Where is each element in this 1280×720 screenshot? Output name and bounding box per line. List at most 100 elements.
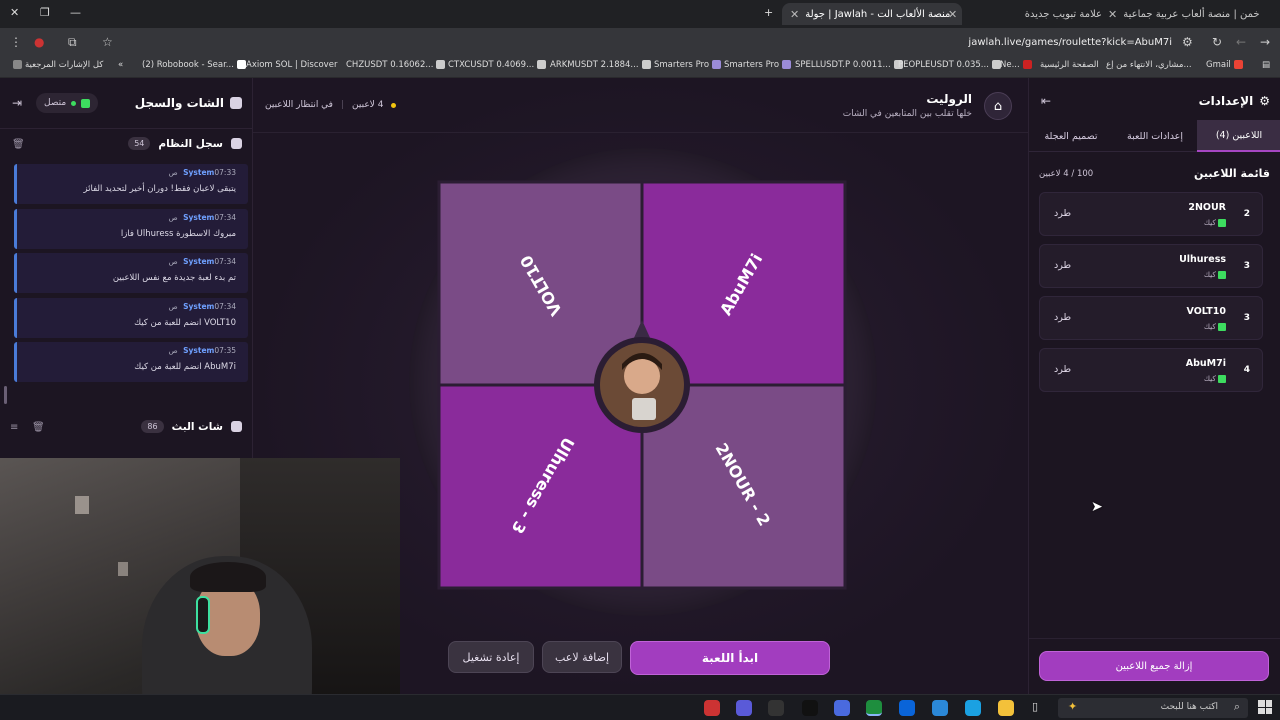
add-player-button[interactable]: إضافة لاعب — [542, 641, 622, 673]
bookmark-item[interactable]: ARKMUSDT 2.1884... — [550, 60, 654, 70]
kick-player-button[interactable]: طرد — [1054, 312, 1071, 323]
player-row: 3 VOLT10 كيك طرد — [1039, 296, 1263, 340]
windows-start-icon[interactable] — [1258, 700, 1272, 714]
kick-player-button[interactable]: طرد — [1054, 364, 1071, 375]
extensions-icon[interactable]: ⧉ — [68, 35, 77, 50]
webcam-wall-socket — [75, 496, 89, 514]
store-icon[interactable] — [932, 700, 948, 716]
bookmark-item[interactable]: Ne... — [1000, 60, 1035, 70]
tab-wheel-design[interactable]: تصميم العجلة — [1029, 120, 1113, 152]
site-settings-icon[interactable]: ⚙ — [1182, 35, 1193, 49]
restore-window-icon[interactable]: ❐ — [40, 6, 50, 19]
chrome-icon[interactable] — [866, 700, 882, 716]
player-row: 2 2NOUR كيك طرد — [1039, 192, 1263, 236]
roulette-wheel[interactable]: AbuM7i2NOUR - 2Ulhuress - 3VOLT10 — [437, 180, 847, 590]
settings-title: الإعدادات — [1198, 94, 1254, 108]
menu-icon[interactable]: ⋮ — [10, 35, 22, 49]
extension-icon[interactable]: ● — [34, 35, 44, 49]
bookmark-label: ARKMUSDT 2.1884... — [550, 60, 639, 70]
bookmark-label: CHZUSDT 0.16062... — [346, 60, 434, 70]
bookmark-star-icon[interactable]: ☆ — [102, 35, 113, 49]
start-game-button[interactable]: ابدأ اللعبة — [630, 641, 830, 675]
kick-player-button[interactable]: طرد — [1054, 260, 1071, 271]
forward-icon[interactable]: ← — [1236, 35, 1246, 49]
tiktok-icon[interactable] — [802, 700, 818, 716]
app-icon[interactable] — [704, 700, 720, 716]
chat-icon — [230, 97, 242, 109]
edge-icon[interactable] — [965, 700, 981, 716]
collapse-panel-icon[interactable]: ⇥ — [12, 96, 22, 110]
app-icon[interactable] — [834, 700, 850, 716]
tab-players[interactable]: اللاعبين (4) — [1197, 120, 1280, 152]
reload-icon[interactable]: ↻ — [1212, 35, 1222, 49]
tab-jawlah[interactable]: ✕ جولة | Jawlah - منصة الألعاب الت — [782, 3, 962, 25]
tab-new[interactable]: ✕ علامة تبويب جديدة — [940, 3, 1110, 25]
search-placeholder: اكتب هنا للبحث — [1160, 702, 1218, 712]
game-title: الروليت — [926, 92, 972, 106]
kick-icon — [1218, 219, 1226, 227]
log-text: VOLT10 انضم للعبة من كيك — [134, 317, 236, 328]
bookmark-all[interactable]: كل الإشارات المرجعية — [10, 60, 103, 70]
settings-panel: ⇤ الإعدادات ⚙ اللاعبين (4) إعدادات اللعب… — [1028, 78, 1280, 694]
close-tab-icon[interactable]: ✕ — [1108, 8, 1117, 21]
avatar-shirt — [632, 398, 656, 420]
info-icon — [231, 138, 242, 149]
trash-icon[interactable]: 🗑 — [12, 139, 25, 150]
bookmark-item[interactable]: (2) Robobook - Sear... — [142, 60, 249, 70]
minimize-window-icon[interactable]: — — [70, 6, 81, 19]
app-icon[interactable] — [736, 700, 752, 716]
log-message: System07:35 ص AbuM7i انضم للعبة من كيك — [14, 342, 248, 382]
player-name: Ulhuress — [1179, 254, 1226, 265]
bookmark-item[interactable]: مشاري، الانتهاء من إع... — [1106, 60, 1192, 70]
player-rank: 2 — [1243, 209, 1250, 219]
player-name: VOLT10 — [1186, 306, 1226, 317]
log-text: مبروك الاسطورة Ulhuress فازا — [120, 228, 236, 239]
taskbar-search[interactable]: ✦ اكتب هنا للبحث ⌕ — [1058, 698, 1248, 718]
bookmark-item[interactable]: Smarters Pro — [654, 60, 724, 70]
bookmark-more-icon[interactable]: « — [118, 60, 123, 70]
collapse-panel-icon[interactable]: ⇤ — [1041, 94, 1051, 108]
bookmark-folder-icon[interactable]: ▤ — [1262, 60, 1270, 70]
filter-icon[interactable]: ≡ — [10, 422, 18, 433]
url-input[interactable]: jawlah.live/games/roulette?kick=AbuM7i — [968, 37, 1172, 48]
close-window-icon[interactable]: ✕ — [10, 6, 19, 19]
bookmark-item[interactable]: SPELLUSDT.P 0.0011... — [795, 60, 906, 70]
kick-icon — [1218, 375, 1226, 383]
player-platform: كيك — [1204, 374, 1226, 383]
bookmarks-bar: كل الإشارات المرجعية « (2) Robobook - Se… — [0, 56, 1280, 78]
bookmark-item[interactable]: PEOPLEUSDT 0.035... — [898, 60, 1004, 70]
bookmark-item[interactable]: الصفحة الرئيسية — [1040, 60, 1099, 70]
players-count: 4 لاعبين — [352, 100, 384, 110]
log-meta: System07:33 ص — [169, 168, 236, 177]
bookmark-item[interactable]: CHZUSDT 0.16062... — [346, 60, 448, 70]
trash-icon[interactable]: 🗑 — [32, 422, 45, 433]
log-meta: System07:34 ص — [169, 213, 236, 222]
remove-all-players-button[interactable]: إزالة جميع اللاعبين — [1039, 651, 1269, 681]
home-button[interactable]: ⌂ — [984, 92, 1012, 120]
search-icon: ⌕ — [1233, 700, 1240, 713]
task-view-icon[interactable]: ▯ — [1032, 700, 1048, 716]
panel-title: الشات والسجل — [134, 96, 224, 110]
restart-button[interactable]: إعادة تشغيل — [448, 641, 534, 673]
bookmark-item[interactable]: CTXCUSDT 0.4069... — [448, 60, 549, 70]
headset-icon — [196, 596, 210, 634]
log-message: System07:34 ص VOLT10 انضم للعبة من كيك — [14, 297, 248, 338]
kick-player-button[interactable]: طرد — [1054, 208, 1071, 219]
log-count-badge: 54 — [128, 137, 151, 150]
log-text: يتبقى لاعبان فقط! دوران أخير لتحديد الفا… — [83, 184, 236, 194]
bookmark-item[interactable]: Axiom SOL | Discover — [246, 60, 337, 70]
bookmark-item[interactable]: Gmail — [1206, 60, 1246, 70]
webcam-wall-socket — [118, 562, 128, 576]
tab-khamin[interactable]: ✕ خمن | منصة ألعاب عربية جماعية — [1100, 3, 1260, 25]
new-tab-icon[interactable]: + — [764, 6, 773, 19]
scrollbar-thumb[interactable] — [4, 386, 7, 404]
bookmark-item[interactable]: Smarters Pro — [724, 60, 794, 70]
tab-game-settings[interactable]: إعدادات اللعبة — [1113, 120, 1197, 152]
tab-title: علامة تبويب جديدة — [1024, 8, 1102, 20]
close-tab-icon[interactable]: ✕ — [948, 8, 957, 21]
outlook-icon[interactable] — [899, 700, 915, 716]
file-explorer-icon[interactable] — [998, 700, 1014, 716]
close-tab-icon[interactable]: ✕ — [790, 8, 799, 21]
app-icon[interactable] — [768, 700, 784, 716]
back-icon[interactable]: → — [1260, 35, 1270, 49]
